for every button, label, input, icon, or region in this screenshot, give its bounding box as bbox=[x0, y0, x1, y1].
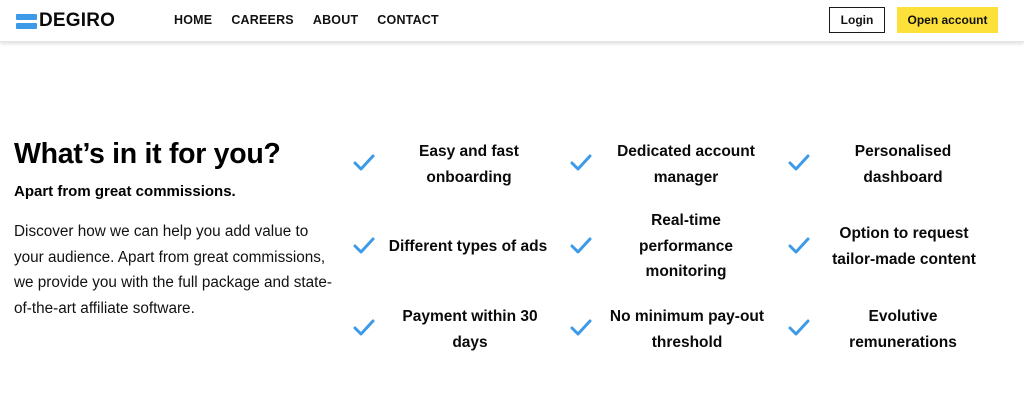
checkmark-icon bbox=[788, 237, 810, 254]
feature-label: Real-time performance monitoring bbox=[639, 212, 733, 280]
section-description: Discover how we can help you add value t… bbox=[14, 223, 333, 317]
open-account-button[interactable]: Open account bbox=[897, 7, 998, 33]
site-header: DEGIRO HOME CAREERS ABOUT CONTACT Login … bbox=[0, 0, 1024, 42]
checkmark-icon bbox=[788, 319, 810, 336]
checkmark-icon bbox=[570, 319, 592, 336]
checkmark-icon bbox=[353, 154, 375, 171]
section-title: What’s in it for you? bbox=[14, 138, 281, 170]
feature-label: Different types of ads bbox=[388, 238, 548, 255]
feature-label: Option to request tailor-made content bbox=[832, 225, 976, 268]
checkmark-icon bbox=[570, 154, 592, 171]
feature-label: Personalised dashboard bbox=[854, 143, 952, 186]
checkmark-icon bbox=[353, 319, 375, 336]
nav-careers[interactable]: CAREERS bbox=[231, 13, 294, 27]
degiro-logo[interactable]: DEGIRO bbox=[16, 10, 116, 31]
logo-icon bbox=[16, 13, 37, 30]
checkmark-icon bbox=[570, 237, 592, 254]
checkmark-icon bbox=[788, 154, 810, 171]
feature-label: Dedicated account manager bbox=[617, 143, 755, 186]
nav-home[interactable]: HOME bbox=[174, 13, 212, 27]
main-nav: HOME CAREERS ABOUT CONTACT bbox=[174, 13, 458, 27]
nav-about[interactable]: ABOUT bbox=[313, 13, 358, 27]
feature-label: No minimum pay-out threshold bbox=[609, 308, 765, 351]
feature-label: Easy and fast onboarding bbox=[419, 143, 519, 186]
nav-contact[interactable]: CONTACT bbox=[377, 13, 439, 27]
feature-label: Payment within 30 days bbox=[402, 308, 538, 351]
checkmark-icon bbox=[353, 237, 375, 254]
feature-label: Evolutive remunerations bbox=[849, 308, 957, 351]
brand-name: DEGIRO bbox=[39, 10, 116, 31]
login-button[interactable]: Login bbox=[829, 7, 885, 33]
section-subtitle: Apart from great commissions. bbox=[14, 183, 236, 200]
